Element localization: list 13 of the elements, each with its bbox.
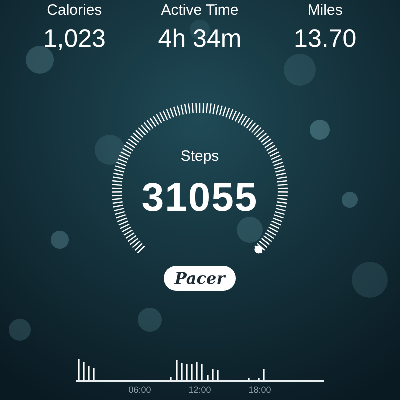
progress-knob [254,246,263,254]
steps-count: 31055 [142,175,258,221]
stat-label: Calories [47,1,102,21]
stat-label: Active Time [161,1,239,21]
stat-value: 13.70 [294,24,357,55]
steps-label: Steps [180,147,220,167]
stat-label: Miles [308,1,343,21]
time-label: 18:00 [248,385,272,395]
stat-value: 1,023 [43,24,106,55]
stat-value: 4h 34m [158,24,242,55]
time-label: 12:00 [188,385,212,395]
pacer-logo: Pacer [164,266,236,291]
time-label: 06:00 [128,385,152,395]
